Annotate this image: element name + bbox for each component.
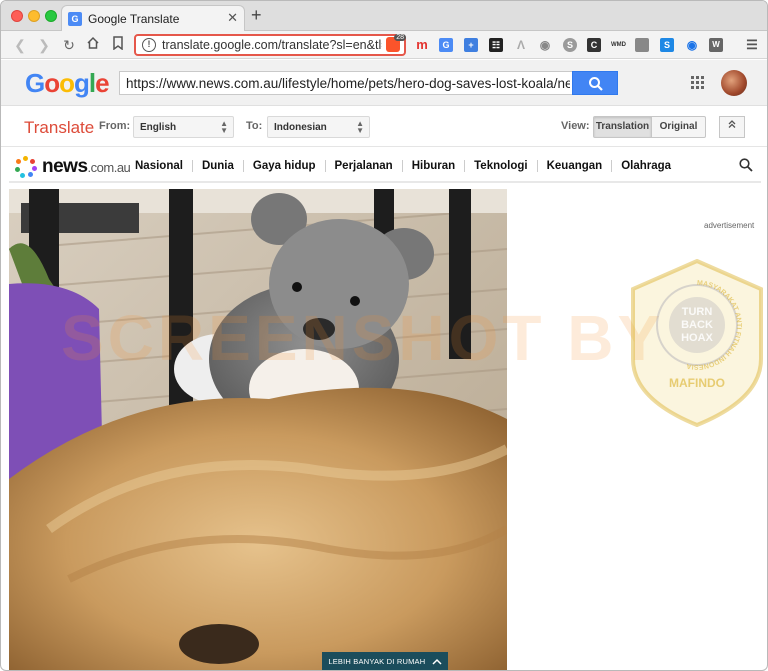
badge-org-text: MAFINDO (669, 376, 725, 390)
close-window-button[interactable] (11, 10, 23, 22)
reload-icon[interactable]: ↻ (60, 36, 78, 54)
browser-toolbar: ❮ ❯ ↻ ! translate.google.com/translate?s… (1, 31, 767, 59)
nav-item-teknologi[interactable]: Teknologi (464, 160, 536, 172)
turnbackhoax-badge: MASYARAKAT ANTI FITNAH INDONESIA TURN BA… (629, 258, 765, 432)
more-in-home-button[interactable]: LEBIH BANYAK DI RUMAH (322, 652, 448, 670)
extension-a-icon[interactable]: Λ (514, 38, 528, 52)
extension-globe-icon[interactable]: ◉ (538, 38, 552, 52)
address-bar[interactable]: ! translate.google.com/translate?sl=en&t… (134, 34, 406, 56)
translate-url-input[interactable]: https://www.news.com.au/lifestyle/home/p… (119, 71, 573, 95)
forward-arrow-icon[interactable]: ❯ (35, 36, 53, 54)
collapse-toolbar-button[interactable] (719, 116, 745, 138)
chevron-up-icon (432, 658, 442, 665)
extension-translate-icon[interactable]: G (439, 38, 453, 52)
screenshot-watermark: SCREENSHOT BY (61, 302, 665, 374)
extension-museum-icon[interactable]: ☷ (489, 38, 503, 52)
news-logo-text: news.com.au (42, 156, 131, 177)
new-tab-button[interactable]: + (251, 6, 262, 24)
google-logo[interactable]: Google (25, 68, 110, 99)
view-label: View: (561, 120, 590, 132)
extension-s-blue-icon[interactable]: S (660, 38, 674, 52)
search-icon (589, 77, 603, 91)
to-language-value: Indonesian (274, 122, 327, 133)
extension-w-icon[interactable]: W (709, 38, 723, 52)
maximize-window-button[interactable] (45, 10, 57, 22)
extension-google-plus-icon[interactable]: + (464, 38, 478, 52)
news-nav-items: Nasional Dunia Gaya hidup Perjalanan Hib… (127, 149, 680, 183)
google-translate-favicon-icon: G (68, 12, 82, 26)
tab-close-icon[interactable]: ✕ (227, 10, 238, 26)
minimize-window-button[interactable] (28, 10, 40, 22)
select-arrows-icon: ▲ ▼ (356, 119, 364, 135)
news-search-icon[interactable] (739, 158, 753, 177)
extension-target-icon[interactable]: ◉ (685, 38, 699, 52)
select-arrows-icon: ▲ ▼ (220, 119, 228, 135)
chevron-up-icon (728, 120, 736, 128)
brave-shield-icon[interactable]: 28 (386, 34, 406, 52)
google-header: Google https://www.news.com.au/lifestyle… (1, 60, 767, 106)
badge-line-turn: TURN (682, 306, 713, 318)
home-icon[interactable] (84, 36, 102, 54)
translate-title[interactable]: Translate (24, 118, 94, 138)
tab-google-translate[interactable]: G Google Translate ✕ (61, 5, 245, 31)
from-language-select[interactable]: English ▲ ▼ (133, 116, 234, 138)
extension-ci-icon[interactable]: C (587, 38, 601, 52)
extension-m-icon[interactable]: m (415, 38, 429, 52)
extension-s-icon[interactable]: S (563, 38, 577, 52)
to-label: To: (246, 120, 263, 132)
badge-line-back: BACK (681, 319, 713, 331)
badge-line-hoax: HOAX (681, 332, 713, 344)
tab-title: Google Translate (88, 12, 180, 26)
article-photo (9, 189, 507, 670)
title-bar: G Google Translate ✕ + (1, 1, 767, 31)
nav-item-gaya-hidup[interactable]: Gaya hidup (242, 160, 325, 172)
from-label: From: (99, 120, 131, 132)
address-url: translate.google.com/translate?sl=en&tl=… (162, 38, 382, 52)
site-info-icon[interactable]: ! (142, 38, 156, 52)
news-logo-dots-icon (15, 156, 37, 178)
nav-item-keuangan[interactable]: Keuangan (536, 160, 612, 172)
brave-shield-count: 28 (394, 34, 406, 41)
account-avatar[interactable] (721, 70, 747, 96)
translate-url-value: https://www.news.com.au/lifestyle/home/p… (126, 76, 570, 91)
apps-grid-icon[interactable] (691, 76, 705, 90)
bookmark-icon[interactable] (109, 36, 127, 54)
to-language-select[interactable]: Indonesian ▲ ▼ (267, 116, 370, 138)
nav-item-olahraga[interactable]: Olahraga (611, 160, 680, 172)
news-site-nav: news.com.au Nasional Dunia Gaya hidup Pe… (9, 149, 761, 183)
nav-item-dunia[interactable]: Dunia (191, 160, 243, 172)
more-in-home-label: LEBIH BANYAK DI RUMAH (328, 657, 426, 666)
from-language-value: English (140, 122, 177, 133)
nav-item-nasional[interactable]: Nasional (127, 160, 192, 172)
back-arrow-icon[interactable]: ❮ (11, 36, 29, 54)
browser-window: G Google Translate ✕ + ❮ ❯ ↻ ! translate… (0, 0, 768, 671)
nav-item-hiburan[interactable]: Hiburan (401, 160, 464, 172)
advertisement-label: advertisement (704, 221, 755, 230)
extension-wmd-icon[interactable]: WMD (611, 38, 626, 52)
extension-cube-icon[interactable] (635, 38, 649, 52)
translate-bar: Translate From: English ▲ ▼ To: Indonesia… (1, 107, 767, 147)
search-button[interactable] (572, 71, 618, 95)
nav-item-perjalanan[interactable]: Perjalanan (324, 160, 402, 172)
view-original-button[interactable]: Original (651, 116, 706, 138)
menu-icon[interactable]: ☰ (745, 38, 759, 52)
view-translation-button[interactable]: Translation (593, 116, 652, 138)
